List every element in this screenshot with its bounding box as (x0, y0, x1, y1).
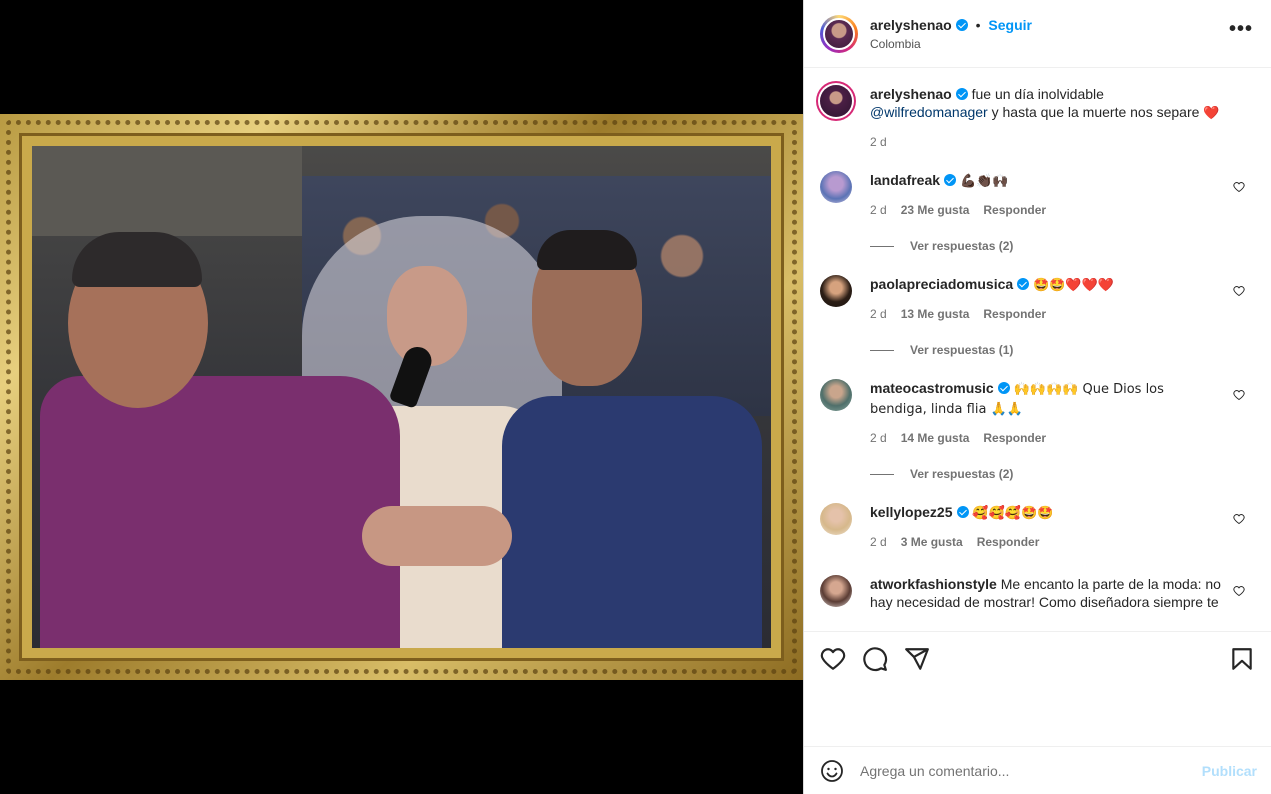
red-heart-emoji: ❤️ (1203, 106, 1220, 121)
comment-item: landafreak 💪🏿👏🏿🙌🏿 2 d 23 Me gusta Respon… (820, 171, 1255, 217)
comment-time[interactable]: 2 d (870, 535, 887, 549)
verified-badge-icon (956, 506, 969, 518)
comment-bubble-icon[interactable] (862, 646, 888, 672)
caption-mention-link[interactable]: @wilfredomanager (870, 104, 988, 120)
comment-likes[interactable]: 13 Me gusta (901, 307, 970, 321)
commenter-avatar[interactable] (820, 275, 852, 307)
ring-exchange-hands (362, 506, 512, 566)
caption: arelyshenao fue un día inolvidable @wilf… (820, 85, 1255, 149)
separator-dot: • (975, 16, 981, 33)
post-header: arelyshenao • Seguir Colombia ••• (804, 0, 1271, 68)
reply-button[interactable]: Responder (983, 203, 1046, 217)
comment-likes[interactable]: 23 Me gusta (901, 203, 970, 217)
like-heart-icon[interactable] (820, 646, 846, 672)
emoji-picker-icon[interactable] (820, 759, 844, 783)
reply-button[interactable]: Responder (983, 307, 1046, 321)
comment-text: 🤩🤩❤️❤️❤️ (1033, 278, 1114, 293)
caption-text: fue un día inolvidable (971, 86, 1104, 102)
comment-time[interactable]: 2 d (870, 203, 887, 217)
author-avatar[interactable] (820, 14, 858, 53)
comment-text: 🥰🥰🥰🤩🤩 (972, 506, 1054, 521)
reply-button[interactable]: Responder (977, 535, 1040, 549)
caption-username[interactable]: arelyshenao (870, 86, 952, 102)
post-media[interactable] (0, 0, 803, 794)
post-location[interactable]: Colombia (870, 37, 1032, 51)
comment-item: paolapreciadomusica 🤩🤩❤️❤️❤️ 2 d 13 Me g… (820, 275, 1255, 321)
add-comment-bar: Publicar (804, 746, 1271, 794)
comment-username[interactable]: atworkfashionstyle (870, 576, 997, 592)
verified-badge-icon (944, 174, 957, 186)
comment-username[interactable]: landafreak (870, 172, 940, 188)
comment-item: mateocastromusic 🙌🙌🙌🙌 Que Dios los bendi… (820, 379, 1255, 445)
comment-likes[interactable]: 14 Me gusta (901, 431, 970, 445)
priest-robe (40, 376, 400, 648)
caption-time[interactable]: 2 d (870, 135, 887, 149)
verified-badge-icon (955, 18, 968, 31)
view-replies-button[interactable]: Ver respuestas (2) (870, 467, 1255, 481)
publish-comment-button[interactable]: Publicar (1202, 763, 1257, 779)
comment-text: 💪🏿👏🏿🙌🏿 (959, 174, 1009, 189)
comment-username[interactable]: paolapreciadomusica (870, 276, 1013, 292)
comment-item: kellylopez25 🥰🥰🥰🤩🤩 2 d 3 Me gusta Respon… (820, 503, 1255, 549)
verified-badge-icon (955, 88, 968, 100)
comment-time[interactable]: 2 d (870, 431, 887, 445)
like-comment-heart-icon[interactable] (1233, 181, 1245, 193)
like-comment-heart-icon[interactable] (1233, 285, 1245, 297)
post-actions-bar (804, 631, 1271, 747)
comment-item: atworkfashionstyle Me encanto la parte d… (820, 575, 1255, 611)
like-comment-heart-icon[interactable] (1233, 389, 1245, 401)
comment-time[interactable]: 2 d (870, 307, 887, 321)
comment-input[interactable] (860, 762, 1202, 779)
groom-suit (502, 396, 762, 648)
verified-badge-icon (997, 382, 1010, 394)
commenter-avatar[interactable] (820, 503, 852, 535)
comment-username[interactable]: kellylopez25 (870, 504, 953, 520)
commenter-avatar[interactable] (820, 379, 852, 411)
commenter-avatar[interactable] (820, 171, 852, 203)
comments-list[interactable]: arelyshenao fue un día inolvidable @wilf… (804, 69, 1271, 631)
save-bookmark-icon[interactable] (1229, 646, 1255, 672)
view-replies-button[interactable]: Ver respuestas (1) (870, 343, 1255, 357)
comment-likes[interactable]: 3 Me gusta (901, 535, 963, 549)
like-comment-heart-icon[interactable] (1233, 513, 1245, 525)
caption-text-end: y hasta que la muerte nos separe (987, 104, 1204, 120)
author-username[interactable]: arelyshenao (870, 17, 952, 33)
share-paper-plane-icon[interactable] (904, 646, 930, 672)
like-comment-heart-icon[interactable] (1233, 585, 1245, 597)
ornate-picture-frame (0, 114, 803, 680)
wedding-photo (32, 146, 771, 648)
more-options-icon[interactable]: ••• (1229, 19, 1253, 39)
follow-button[interactable]: Seguir (988, 17, 1032, 33)
view-replies-button[interactable]: Ver respuestas (2) (870, 239, 1255, 253)
commenter-avatar[interactable] (820, 575, 852, 607)
caption-avatar[interactable] (820, 85, 852, 117)
verified-badge-icon (1017, 278, 1030, 290)
reply-button[interactable]: Responder (983, 431, 1046, 445)
instagram-post-view: arelyshenao • Seguir Colombia ••• arelys… (0, 0, 1271, 794)
post-side-panel: arelyshenao • Seguir Colombia ••• arelys… (803, 0, 1271, 794)
comment-username[interactable]: mateocastromusic (870, 380, 994, 396)
